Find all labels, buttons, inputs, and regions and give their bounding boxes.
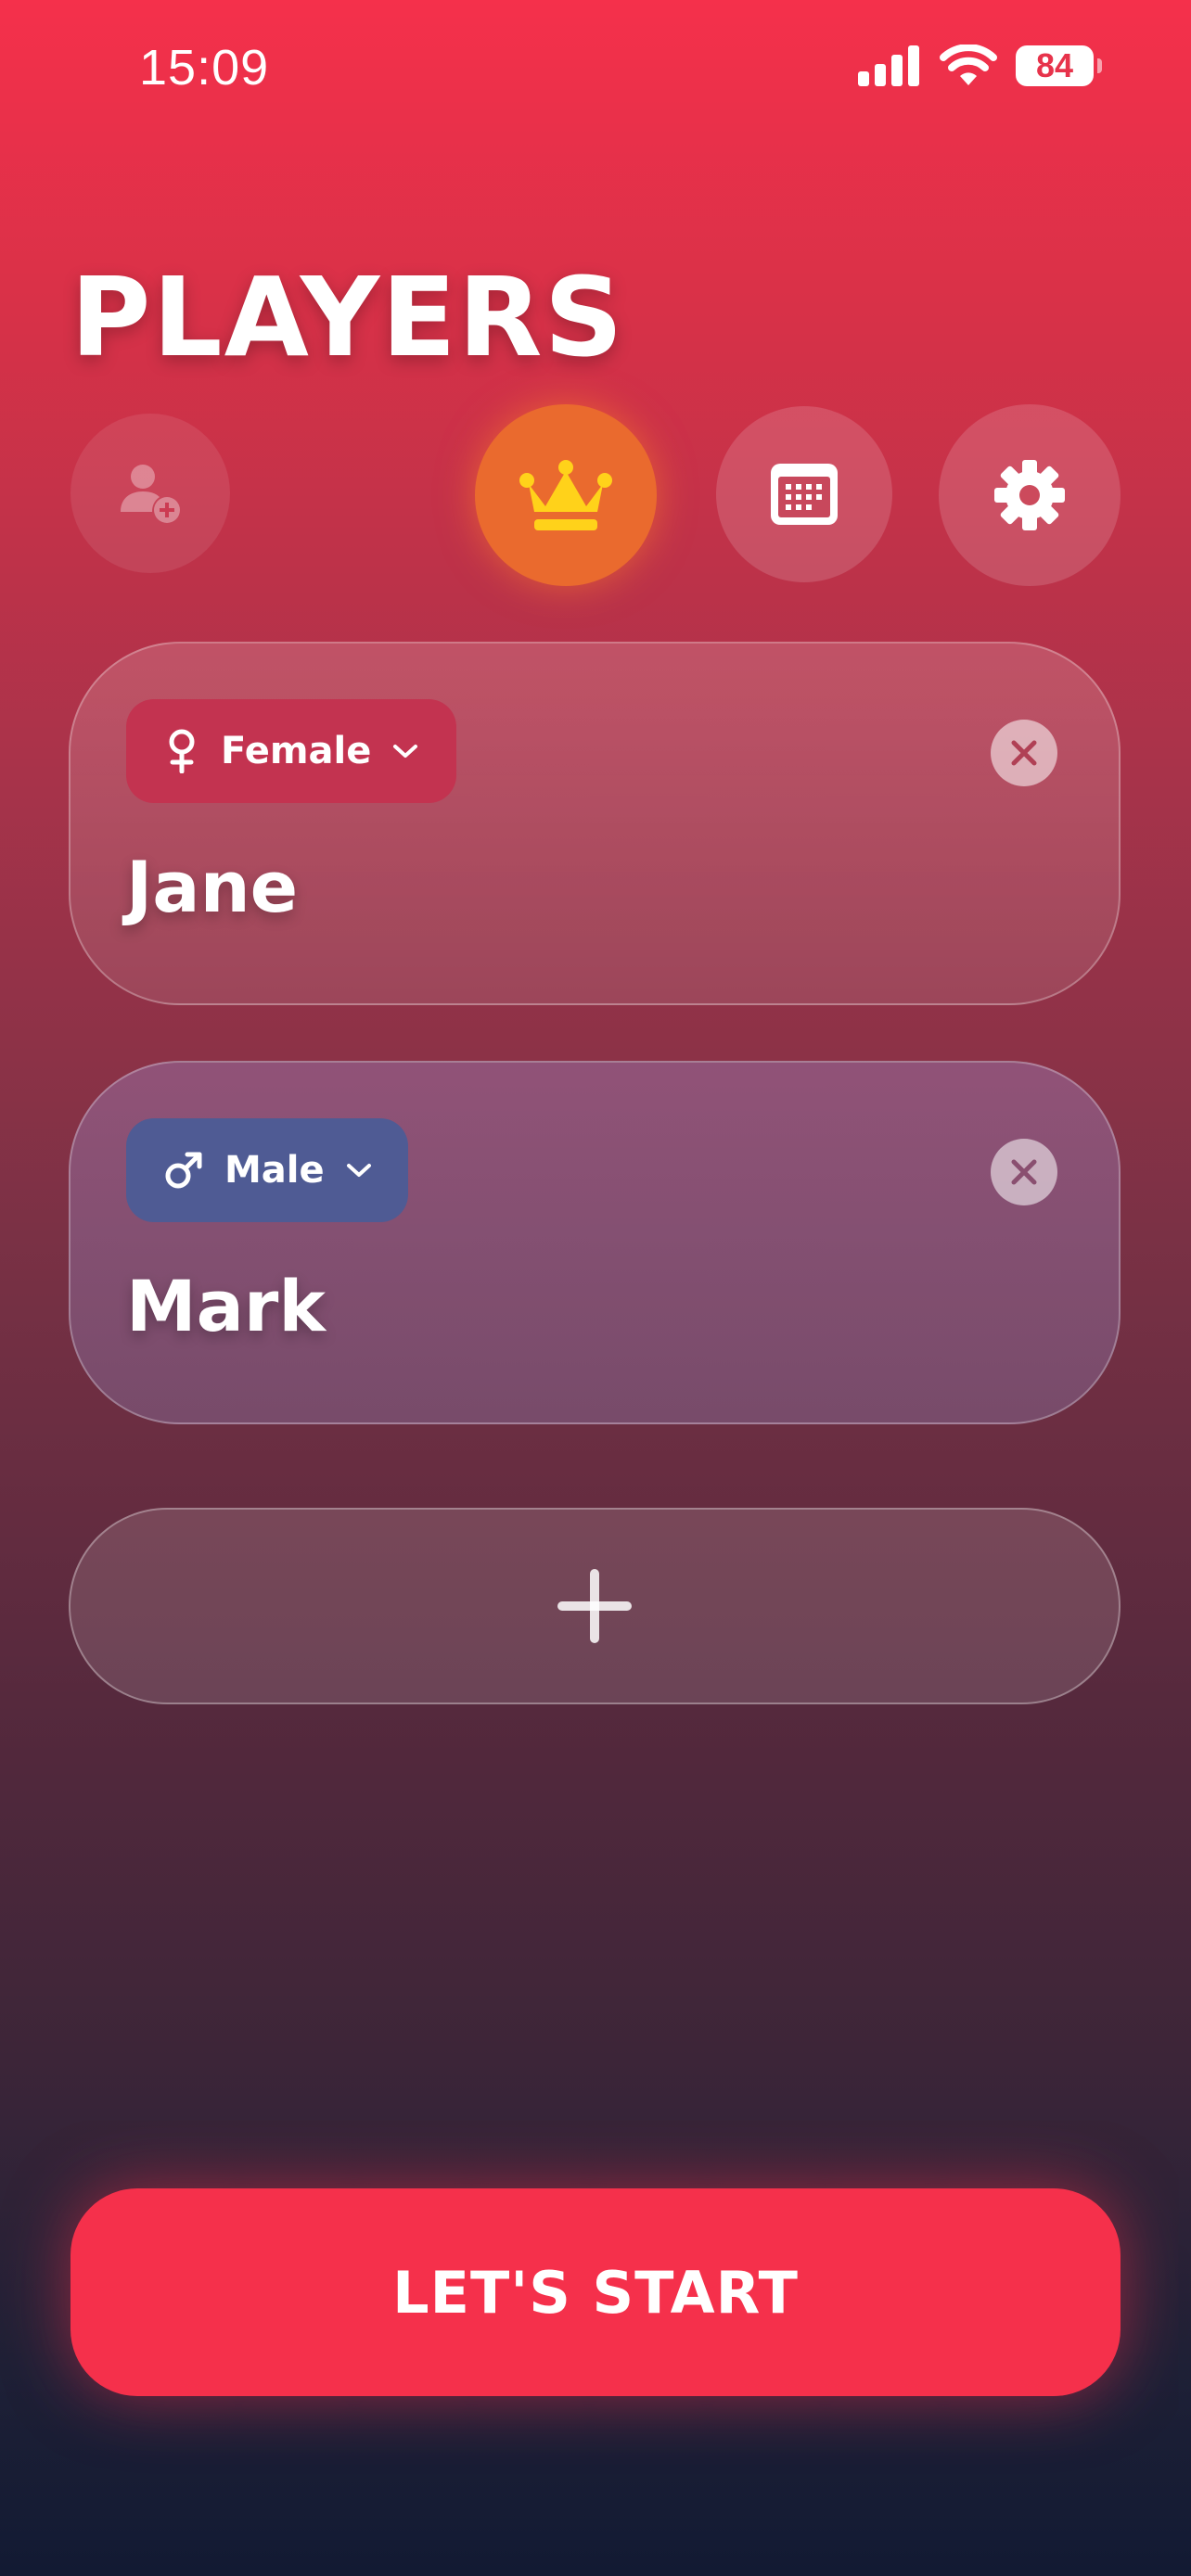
start-button-label: LET'S START [392, 2258, 799, 2327]
gender-label: Female [221, 730, 372, 772]
chevron-down-icon [346, 1164, 371, 1177]
settings-button[interactable] [939, 404, 1121, 586]
close-icon [1011, 740, 1037, 766]
gear-icon [994, 460, 1065, 530]
signal-icon [858, 45, 919, 86]
status-icons: 84 [858, 45, 1102, 87]
battery-icon: 84 [1016, 45, 1094, 86]
remove-player-button[interactable] [991, 720, 1057, 786]
crown-icon [519, 460, 612, 530]
female-symbol-icon [169, 729, 195, 773]
add-player-button[interactable] [70, 414, 230, 573]
gender-dropdown[interactable]: Female [126, 699, 456, 803]
gender-label: Male [224, 1149, 325, 1192]
gender-dropdown[interactable]: Male [126, 1118, 408, 1222]
user-plus-icon [121, 465, 180, 523]
calendar-button[interactable] [716, 406, 892, 582]
crown-button[interactable] [475, 404, 657, 586]
player-card[interactable]: Female Jane [69, 642, 1121, 1005]
male-symbol-icon [165, 1152, 202, 1189]
player-name[interactable]: Jane [126, 846, 298, 928]
player-name[interactable]: Mark [126, 1265, 326, 1347]
wifi-icon [940, 45, 997, 85]
close-icon [1011, 1159, 1037, 1185]
status-time: 15:09 [139, 40, 270, 96]
calendar-icon [771, 464, 838, 525]
add-player-row[interactable] [69, 1508, 1121, 1704]
battery-level: 84 [1035, 46, 1074, 84]
page-title: PLAYERS [70, 253, 625, 381]
remove-player-button[interactable] [991, 1139, 1057, 1205]
plus-icon [557, 1569, 632, 1643]
start-button[interactable]: LET'S START [70, 2188, 1121, 2396]
player-card[interactable]: Male Mark [69, 1061, 1121, 1424]
battery-tip [1097, 58, 1102, 73]
status-bar: 15:09 84 [0, 0, 1191, 139]
chevron-down-icon [393, 745, 418, 758]
